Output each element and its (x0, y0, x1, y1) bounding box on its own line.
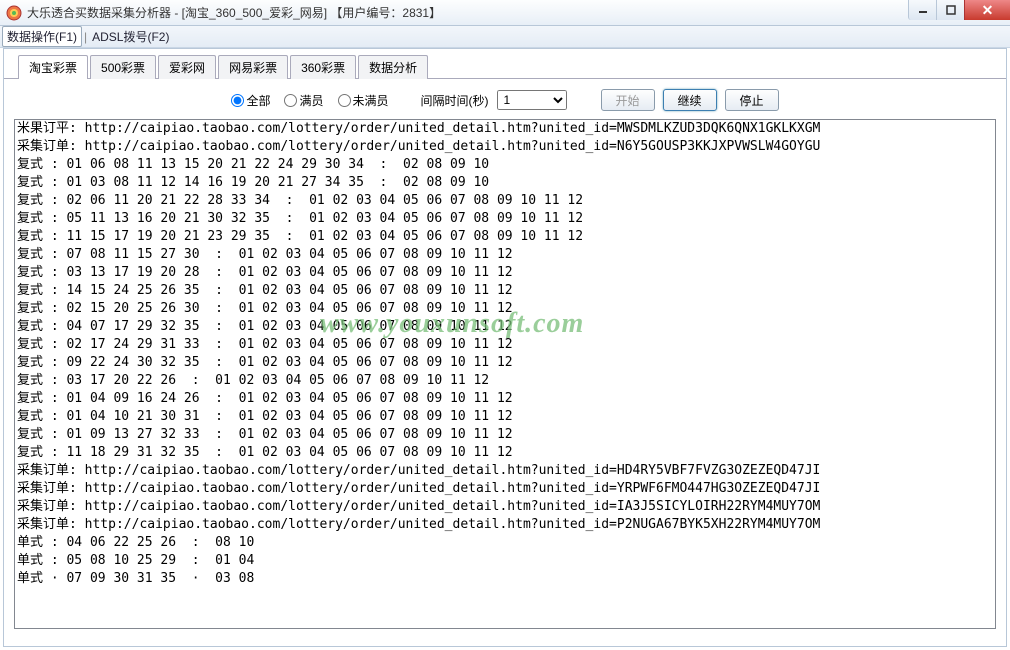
stop-button[interactable]: 停止 (725, 89, 779, 111)
toolbar: 全部 满员 未满员 间隔时间(秒) 1 开始 继续 停止 (4, 79, 1006, 119)
log-line: 单式 · 07 09 30 31 35 · 03 08 (17, 570, 995, 588)
continue-button[interactable]: 继续 (663, 89, 717, 111)
tab-strip: 淘宝彩票500彩票爱彩网网易彩票360彩票数据分析 (18, 55, 1006, 79)
close-button[interactable]: ✕ (964, 0, 1010, 20)
radio-all[interactable]: 全部 (231, 92, 270, 109)
log-line: 复式 : 03 13 17 19 20 28 : 01 02 03 04 05 … (17, 264, 995, 282)
filter-radio-group: 全部 满员 未满员 (231, 92, 388, 109)
log-line: 复式 : 01 04 10 21 30 31 : 01 02 03 04 05 … (17, 408, 995, 426)
radio-full-input[interactable] (284, 94, 297, 107)
log-line: 复式 : 01 09 13 27 32 33 : 01 02 03 04 05 … (17, 426, 995, 444)
log-line: 复式 : 02 15 20 25 26 30 : 01 02 03 04 05 … (17, 300, 995, 318)
log-line: 复式 : 01 06 08 11 13 15 20 21 22 24 29 30… (17, 156, 995, 174)
title-bar: 大乐透合买数据采集分析器 - [淘宝_360_500_爱彩_网易] 【用户编号：… (0, 0, 1010, 26)
log-line: 采集订单: http://caipiao.taobao.com/lottery/… (17, 498, 995, 516)
log-line: 复式 : 01 03 08 11 12 14 16 19 20 21 27 34… (17, 174, 995, 192)
maximize-button[interactable] (936, 0, 964, 20)
app-icon (6, 5, 22, 21)
log-line: 采集订单: http://caipiao.taobao.com/lottery/… (17, 462, 995, 480)
log-line: 单式 : 04 06 22 25 26 : 08 10 (17, 534, 995, 552)
log-line: 采集订单: http://caipiao.taobao.com/lottery/… (17, 138, 995, 156)
menu-bar: 数据操作(F1) | ADSL拨号(F2) (0, 26, 1010, 48)
tab-5[interactable]: 数据分析 (358, 55, 428, 79)
tab-1[interactable]: 500彩票 (90, 55, 156, 79)
log-line: 复式 : 07 08 11 15 27 30 : 01 02 03 04 05 … (17, 246, 995, 264)
menu-separator: | (84, 30, 87, 44)
radio-all-label: 全部 (246, 92, 270, 109)
radio-full-label: 满员 (299, 92, 323, 109)
radio-notfull-input[interactable] (338, 94, 351, 107)
start-button[interactable]: 开始 (601, 89, 655, 111)
interval-label: 间隔时间(秒) (421, 92, 489, 109)
tab-2[interactable]: 爱彩网 (158, 55, 216, 79)
log-container: 米果订平: http://caipiao.taobao.com/lottery/… (14, 119, 996, 629)
log-line: 复式 : 04 07 17 29 32 35 : 01 02 03 04 05 … (17, 318, 995, 336)
log-output[interactable]: 米果订平: http://caipiao.taobao.com/lottery/… (15, 120, 995, 628)
window-title: 大乐透合买数据采集分析器 - [淘宝_360_500_爱彩_网易] 【用户编号：… (27, 4, 441, 21)
log-line: 采集订单: http://caipiao.taobao.com/lottery/… (17, 516, 995, 534)
radio-notfull[interactable]: 未满员 (338, 92, 389, 109)
log-line: 复式 : 09 22 24 30 32 35 : 01 02 03 04 05 … (17, 354, 995, 372)
radio-notfull-label: 未满员 (353, 92, 389, 109)
window-controls: ✕ (908, 0, 1010, 20)
log-line: 米果订平: http://caipiao.taobao.com/lottery/… (17, 120, 995, 138)
content-panel: 淘宝彩票500彩票爱彩网网易彩票360彩票数据分析 全部 满员 未满员 间隔时间… (3, 48, 1007, 647)
log-line: 单式 : 05 08 10 25 29 : 01 04 (17, 552, 995, 570)
menu-adsl-dial[interactable]: ADSL拨号(F2) (89, 26, 172, 47)
log-line: 复式 : 14 15 24 25 26 35 : 01 02 03 04 05 … (17, 282, 995, 300)
radio-full[interactable]: 满员 (284, 92, 323, 109)
log-line: 复式 : 02 17 24 29 31 33 : 01 02 03 04 05 … (17, 336, 995, 354)
log-line: 复式 : 05 11 13 16 20 21 30 32 35 : 01 02 … (17, 210, 995, 228)
log-line: 采集订单: http://caipiao.taobao.com/lottery/… (17, 480, 995, 498)
minimize-button[interactable] (908, 0, 936, 20)
log-line: 复式 : 02 06 11 20 21 22 28 33 34 : 01 02 … (17, 192, 995, 210)
log-line: 复式 : 01 04 09 16 24 26 : 01 02 03 04 05 … (17, 390, 995, 408)
radio-all-input[interactable] (231, 94, 244, 107)
tab-4[interactable]: 360彩票 (290, 55, 356, 79)
log-line: 复式 : 03 17 20 22 26 : 01 02 03 04 05 06 … (17, 372, 995, 390)
menu-data-ops[interactable]: 数据操作(F1) (2, 26, 82, 47)
interval-select[interactable]: 1 (497, 90, 567, 110)
log-line: 复式 : 11 15 17 19 20 21 23 29 35 : 01 02 … (17, 228, 995, 246)
log-line: 复式 : 11 18 29 31 32 35 : 01 02 03 04 05 … (17, 444, 995, 462)
tab-0[interactable]: 淘宝彩票 (18, 55, 88, 79)
tab-3[interactable]: 网易彩票 (218, 55, 288, 79)
